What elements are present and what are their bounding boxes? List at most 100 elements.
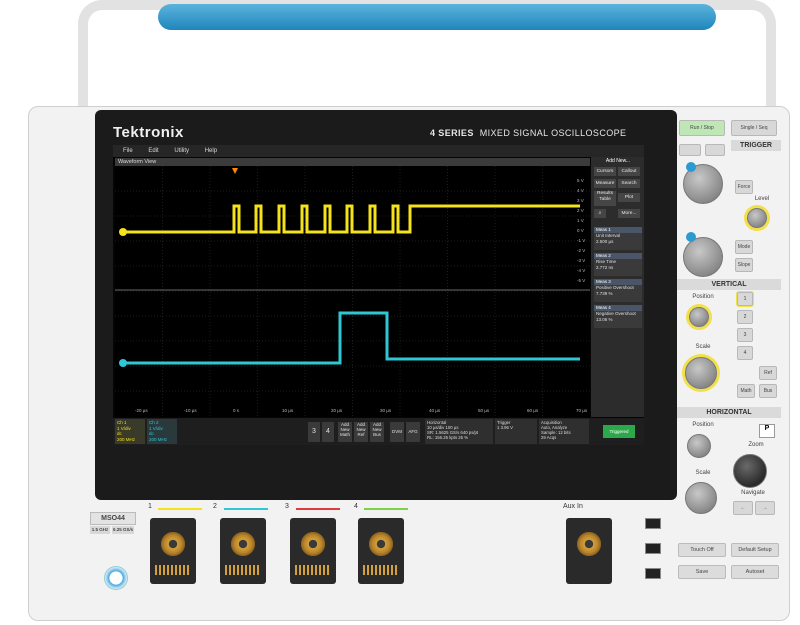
- trigger-mode-button[interactable]: Mode: [735, 240, 753, 254]
- bus-button[interactable]: Bus: [759, 384, 777, 398]
- force-button[interactable]: Force: [735, 180, 753, 194]
- ch4-color-stripe: [364, 508, 408, 510]
- waveform-view-title: Waveform View: [115, 158, 590, 166]
- save-button[interactable]: Save: [678, 565, 726, 579]
- y-tick-label: 3 V: [577, 198, 584, 203]
- trigger-level-knob[interactable]: [747, 208, 767, 228]
- settings-bar: Ch 11 V/div dc 200 MHz Ch 21 V/div dc 200 MH…: [113, 418, 644, 445]
- navigate-right-button[interactable]: →: [755, 501, 775, 515]
- brand-logo: Tektronix: [113, 124, 184, 141]
- menu-utility[interactable]: Utility: [174, 145, 189, 157]
- meas-3-badge[interactable]: Meas 3 Positive Overshoot 7.739 %: [594, 279, 642, 302]
- ch1-select-button[interactable]: 1: [737, 292, 753, 306]
- fine-button[interactable]: [705, 144, 725, 156]
- touch-off-button[interactable]: Touch Off: [678, 543, 726, 557]
- x-tick-label: 0 s: [233, 408, 240, 413]
- x-tick-label: -20 µs: [135, 408, 148, 413]
- horizontal-scale-label: Scale: [695, 470, 711, 476]
- horizontal-title: HORIZONTAL: [677, 407, 781, 418]
- y-tick-label: -1 V: [577, 238, 585, 243]
- ch1-badge[interactable]: Ch 11 V/div dc 200 MHz: [115, 419, 145, 444]
- x-tick-label: 50 µs: [478, 408, 490, 413]
- vertical-scale-knob[interactable]: [685, 357, 717, 389]
- aux-bnc: [575, 530, 603, 558]
- horizontal-position-label: Position: [692, 422, 714, 428]
- right-results-panel: Add New... Cursors Callout Measure Searc…: [591, 157, 644, 417]
- ch4-button[interactable]: 4: [322, 422, 334, 442]
- menu-edit[interactable]: Edit: [148, 145, 158, 157]
- trigger-badge[interactable]: Trigger 1 3.96 V: [495, 419, 537, 444]
- ch1-input-connector[interactable]: [150, 518, 196, 584]
- x-tick-label: 70 µs: [576, 408, 588, 413]
- knob-b-indicator: [686, 232, 696, 242]
- run-stop-button[interactable]: Run / Stop: [679, 120, 725, 136]
- acquisition-badge[interactable]: Acquisition Auto, Analyze Sample: 12 bits 2…: [539, 419, 589, 444]
- autoset-button[interactable]: Autoset: [731, 565, 779, 579]
- results-table-button[interactable]: Results Table: [594, 191, 616, 206]
- ch2-badge[interactable]: Ch 21 V/div dc 200 MHz: [147, 419, 177, 444]
- afg-button[interactable]: AFG: [406, 422, 420, 442]
- y-tick-label: -4 V: [577, 268, 585, 273]
- ch2-probe-pins: [225, 565, 261, 575]
- slope-button[interactable]: Slope: [735, 258, 753, 272]
- ch1-bnc: [159, 530, 187, 558]
- power-button[interactable]: [104, 566, 128, 590]
- aux-in-connector[interactable]: [566, 518, 612, 584]
- menu-file[interactable]: File: [123, 145, 133, 157]
- meas-1-badge[interactable]: Meas 1 Unit Interval 2.500 µs: [594, 227, 642, 250]
- ch4-select-button[interactable]: 4: [737, 346, 753, 360]
- usb-port-1[interactable]: [645, 518, 661, 529]
- cursors-hw-button[interactable]: [679, 144, 701, 156]
- horizontal-scale-knob[interactable]: [685, 482, 717, 514]
- add-bus-button[interactable]: Add New Bus: [370, 422, 384, 442]
- search-button[interactable]: Search: [618, 179, 640, 188]
- sample-rate-badge: 6.25 GS/s: [112, 526, 134, 534]
- trigger-title: TRIGGER: [731, 140, 781, 151]
- navigate-left-button[interactable]: ←: [733, 501, 753, 515]
- callout-button[interactable]: Callout: [618, 167, 640, 176]
- vertical-position-knob[interactable]: [689, 307, 709, 327]
- menu-help[interactable]: Help: [205, 145, 217, 157]
- zoom-knob[interactable]: [733, 454, 767, 488]
- add-math-button[interactable]: Add New Math: [338, 422, 352, 442]
- cursors-button[interactable]: Cursors: [594, 167, 616, 176]
- ch2-input-connector[interactable]: [220, 518, 266, 584]
- front-control-panel: Run / Stop Single / Seq TRIGGER Force Le…: [677, 112, 781, 532]
- plot-button[interactable]: Plot: [618, 193, 640, 202]
- usb-port-2[interactable]: [645, 543, 661, 554]
- measure-button[interactable]: Measure: [594, 179, 616, 188]
- x-tick-label: 20 µs: [331, 408, 343, 413]
- y-tick-label: 0 V: [577, 228, 584, 233]
- play-pause-icon[interactable]: P: [759, 424, 775, 438]
- more-button[interactable]: More...: [618, 209, 640, 218]
- horizontal-badge[interactable]: Horizontal 10 µs/div 100 µs SR: 1.5625 GS/…: [425, 419, 493, 444]
- ch3-select-button[interactable]: 3: [737, 328, 753, 342]
- math-button[interactable]: Math: [737, 384, 755, 398]
- ch2-bnc: [229, 530, 257, 558]
- ref-button[interactable]: Ref: [759, 366, 777, 380]
- add-ref-button[interactable]: Add New Ref: [354, 422, 368, 442]
- x-tick-label: 40 µs: [429, 408, 441, 413]
- y-tick-label: -2 V: [577, 248, 585, 253]
- meas-4-badge[interactable]: Meas 4 Negative Overshoot 13.06 %: [594, 305, 642, 328]
- ch2-select-button[interactable]: 2: [737, 310, 753, 324]
- horizontal-position-knob[interactable]: [687, 434, 711, 458]
- dvm-button[interactable]: DVM: [390, 422, 404, 442]
- y-tick-label: 2 V: [577, 208, 584, 213]
- default-setup-button[interactable]: Default Setup: [731, 543, 779, 557]
- multipurpose-knob-b[interactable]: [683, 237, 723, 277]
- snapshot-icon[interactable]: ⌕: [594, 209, 606, 218]
- waveform-display[interactable]: 5 V 4 V 3 V 2 V 1 V 0 V -1 V -2 V -3 V -4 V -5 V: [115, 166, 590, 417]
- ch2-color-stripe: [224, 508, 268, 510]
- ch3-input-connector[interactable]: [290, 518, 336, 584]
- ch3-button[interactable]: 3: [308, 422, 320, 442]
- x-tick-label: 60 µs: [527, 408, 539, 413]
- aux-in-label: Aux In: [563, 503, 583, 510]
- ch4-input-connector[interactable]: [358, 518, 404, 584]
- single-seq-button[interactable]: Single / Seq: [731, 120, 777, 136]
- usb-port-3[interactable]: [645, 568, 661, 579]
- meas-2-badge[interactable]: Meas 2 Rise Time 2.772 ns: [594, 253, 642, 276]
- scope-screen: File Edit Utility Help Waveform View 5 V…: [113, 145, 644, 445]
- ch3-probe-pins: [295, 565, 331, 575]
- x-tick-label: -10 µs: [184, 408, 197, 413]
